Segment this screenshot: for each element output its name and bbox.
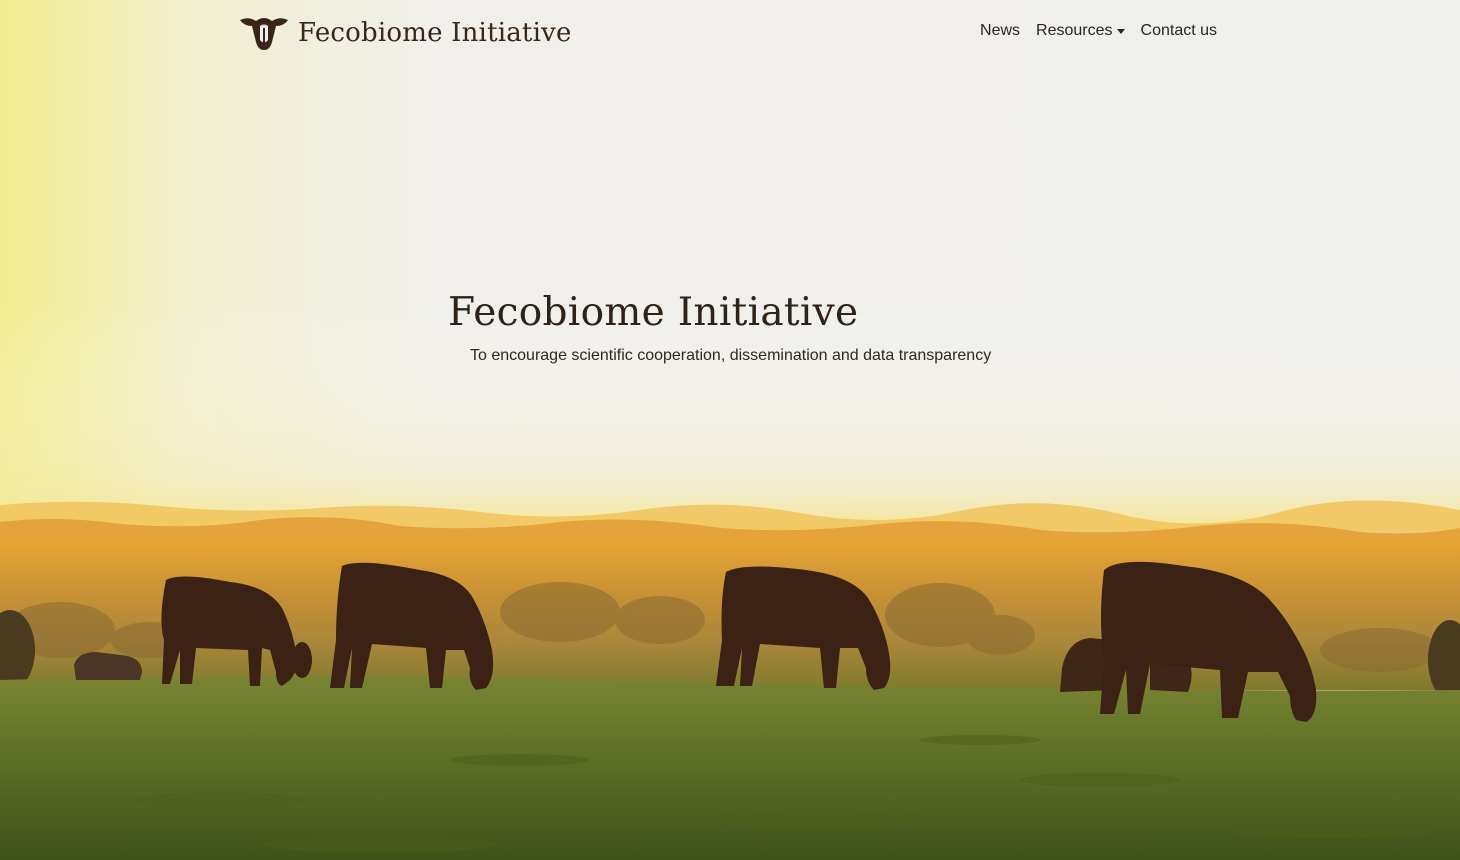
hero-text-block: Fecobiome Initiative To encourage scient… (448, 290, 991, 365)
brand-name: Fecobiome Initiative (298, 18, 572, 48)
nav-resources-label: Resources (1036, 22, 1113, 39)
cow-head-icon (240, 18, 288, 50)
nav-resources-dropdown[interactable]: Resources (1036, 22, 1125, 40)
caret-down-icon (1116, 28, 1125, 34)
nav-news-link[interactable]: News (980, 22, 1020, 40)
hero-tagline: To encourage scientific cooperation, dis… (470, 347, 992, 364)
nav-contact-link[interactable]: Contact us (1141, 22, 1217, 40)
cows-grazing-at-sunset-image (0, 0, 1460, 860)
navbar: Fecobiome Initiative News Resources Cont… (0, 0, 1460, 70)
brand-link[interactable]: Fecobiome Initiative (238, 14, 572, 52)
nav-links: News Resources Contact us (980, 22, 1217, 40)
hero-background (0, 0, 1460, 860)
nav-news-label: News (980, 22, 1021, 39)
nav-contact-label: Contact us (1140, 22, 1217, 39)
hero-title: Fecobiome Initiative (448, 290, 859, 335)
